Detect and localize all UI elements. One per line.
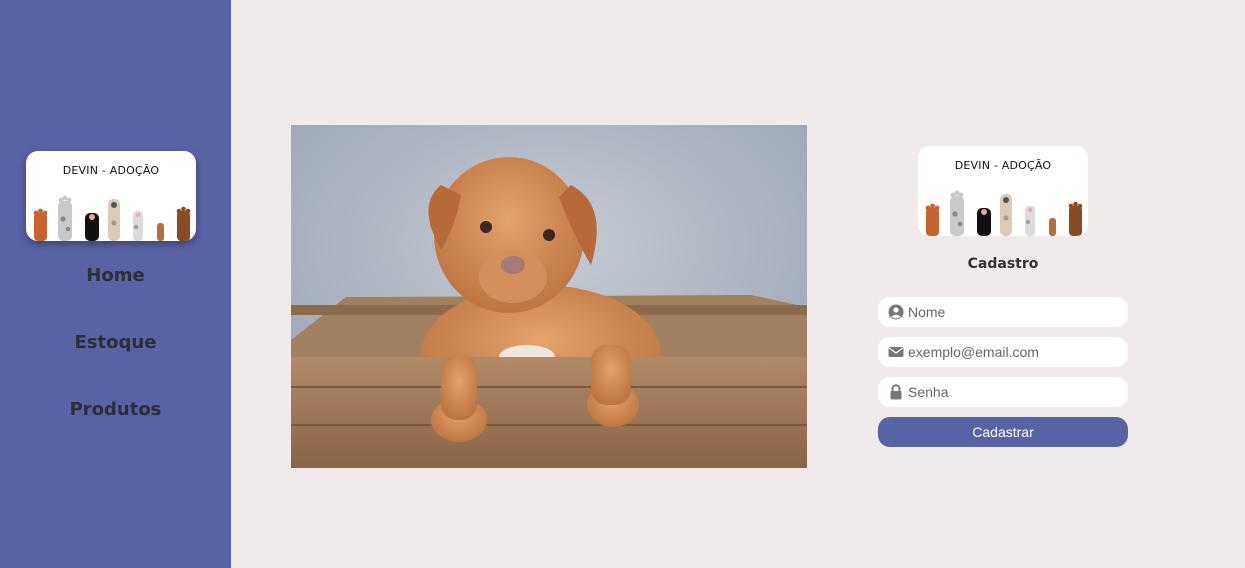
email-field[interactable] [878,337,1128,367]
register-button[interactable]: Cadastrar [878,417,1128,447]
puppy-photo [291,125,807,468]
register-logo: DEVIN - ADOÇÃO [918,146,1088,236]
password-field[interactable] [878,377,1128,407]
nav-item-produtos[interactable]: Produtos [0,399,231,420]
sidebar: DEVIN - ADOÇÃO Home Estoque Produtos [0,0,231,568]
page: DEVIN - ADOÇÃO Home Estoque Produtos DEV… [0,0,1245,568]
name-input[interactable] [908,297,1118,327]
nav-item-home[interactable]: Home [0,265,231,286]
email-input[interactable] [908,337,1118,367]
sidebar-logo[interactable]: DEVIN - ADOÇÃO [26,151,196,241]
register-title: Cadastro [967,256,1039,272]
name-field[interactable] [878,297,1128,327]
paws-illustration [925,190,1083,236]
paws-illustration [33,195,191,241]
password-input[interactable] [908,377,1118,407]
user-circle-icon [888,304,904,320]
nav-item-estoque[interactable]: Estoque [0,332,231,353]
envelope-icon [888,347,904,357]
lock-icon [890,384,902,400]
